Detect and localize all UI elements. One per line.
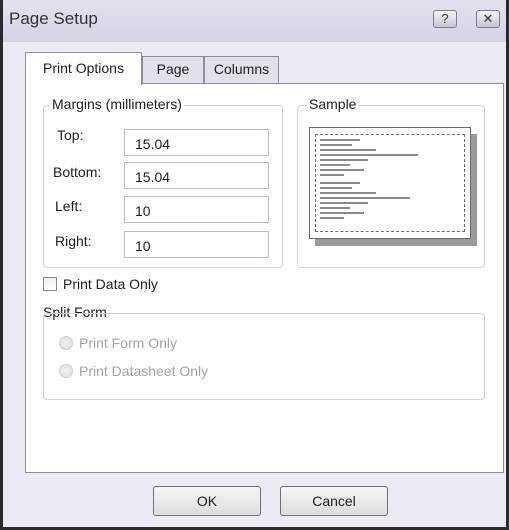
close-button[interactable]: ✕ [476, 10, 500, 28]
left-margin-label: Left: [55, 198, 83, 214]
cancel-button[interactable]: Cancel [280, 486, 388, 516]
sample-margin-outline [315, 134, 465, 232]
bottom-margin-label: Bottom: [53, 164, 102, 180]
left-margin-input[interactable] [124, 196, 269, 223]
sample-group-label: Sample [307, 96, 359, 112]
top-margin-label: Top: [57, 127, 84, 143]
help-icon: ? [441, 11, 449, 26]
help-button[interactable]: ? [433, 10, 457, 28]
bottom-margin-input[interactable] [124, 162, 269, 189]
dialog-title: Page Setup [9, 9, 98, 28]
top-margin-input[interactable] [124, 129, 269, 156]
sample-page-preview [309, 127, 471, 239]
right-margin-label: Right: [55, 233, 92, 249]
ok-button[interactable]: OK [153, 486, 261, 516]
print-form-only-label[interactable]: Print Form Only [79, 335, 177, 351]
print-data-only-label[interactable]: Print Data Only [63, 276, 158, 292]
close-icon: ✕ [482, 11, 494, 26]
print-datasheet-only-radio[interactable] [59, 364, 73, 378]
print-datasheet-only-label[interactable]: Print Datasheet Only [79, 363, 208, 379]
page-setup-dialog: Page Setup ? ✕ Print Options Page Column… [0, 0, 509, 530]
print-data-only-checkbox[interactable] [43, 277, 57, 291]
print-form-only-radio[interactable] [59, 336, 73, 350]
tab-page[interactable]: Page [142, 56, 204, 83]
title-bar[interactable]: Page Setup ? ✕ [3, 0, 506, 42]
tab-columns[interactable]: Columns [204, 56, 279, 83]
margins-group-label: Margins (millimeters) [50, 96, 184, 112]
right-margin-input[interactable] [124, 231, 269, 258]
split-form-group [43, 313, 485, 400]
tab-print-options[interactable]: Print Options [25, 52, 142, 85]
